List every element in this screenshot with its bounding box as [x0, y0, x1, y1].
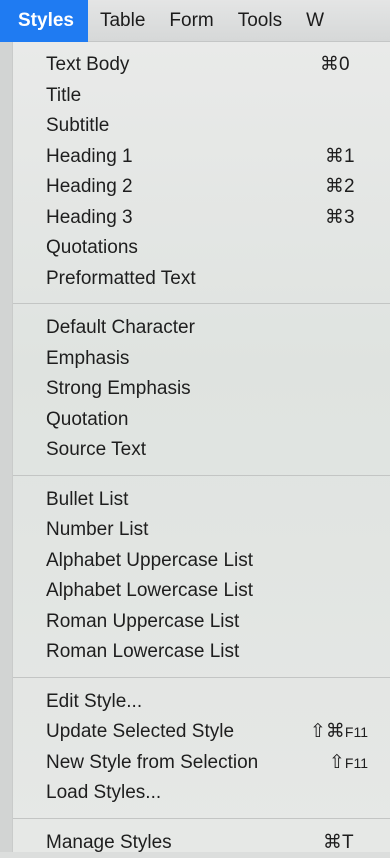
shortcut-new-style-from-selection: ⇧F11: [329, 748, 368, 779]
menu-item-heading-3[interactable]: Heading 3 ⌘3: [13, 203, 390, 234]
menu-item-quotation[interactable]: Quotation: [13, 405, 390, 436]
menu-item-manage-styles[interactable]: Manage Styles ⌘T: [13, 828, 390, 858]
background-window-edge: [0, 42, 12, 852]
shortcut-key: F11: [345, 755, 368, 771]
shortcut-update-selected-style: ⇧⌘F11: [310, 717, 368, 748]
menu-item-label: Preformatted Text: [46, 268, 196, 289]
menu-item-label: Update Selected Style: [46, 721, 234, 742]
menubar-window[interactable]: W: [294, 0, 336, 42]
menu-item-label: Manage Styles: [46, 832, 172, 853]
menu-item-label: Strong Emphasis: [46, 378, 191, 399]
menu-item-heading-1[interactable]: Heading 1 ⌘1: [13, 142, 390, 173]
menu-item-number-list[interactable]: Number List: [13, 515, 390, 546]
menu-item-label: Heading 1: [46, 146, 133, 167]
menu-item-source-text[interactable]: Source Text: [13, 435, 390, 466]
menu-item-preformatted-text[interactable]: Preformatted Text: [13, 264, 390, 295]
shortcut-modifiers: ⇧: [329, 752, 345, 773]
menubar-table[interactable]: Table: [88, 0, 157, 42]
menu-item-label: New Style from Selection: [46, 752, 258, 773]
menu-item-quotations[interactable]: Quotations: [13, 233, 390, 264]
menu-item-label: Quotations: [46, 237, 138, 258]
menu-item-label: Edit Style...: [46, 691, 142, 712]
menu-item-label: Alphabet Lowercase List: [46, 580, 253, 601]
menu-item-label: Heading 2: [46, 176, 133, 197]
menu-item-text-body[interactable]: Text Body ⌘0: [13, 50, 390, 81]
menu-item-update-selected-style[interactable]: Update Selected Style ⇧⌘F11: [13, 717, 390, 748]
menu-item-roman-lowercase-list[interactable]: Roman Lowercase List: [13, 637, 390, 668]
shortcut-heading-3: ⌘3: [325, 203, 355, 234]
list-styles-group: Bullet List Number List Alphabet Upperca…: [13, 485, 390, 668]
menu-item-label: Number List: [46, 519, 148, 540]
shortcut-heading-2: ⌘2: [325, 172, 355, 203]
menu-item-roman-uppercase-list[interactable]: Roman Uppercase List: [13, 607, 390, 638]
menu-item-label: Load Styles...: [46, 782, 161, 803]
menu-item-label: Subtitle: [46, 115, 109, 136]
menu-item-subtitle[interactable]: Subtitle: [13, 111, 390, 142]
menubar-tools[interactable]: Tools: [226, 0, 294, 42]
menu-item-label: Bullet List: [46, 489, 128, 510]
paragraph-styles-group: Text Body ⌘0 Title Subtitle Heading 1 ⌘1…: [13, 50, 390, 294]
menu-item-label: Quotation: [46, 409, 128, 430]
manage-group: Manage Styles ⌘T: [13, 828, 390, 858]
menu-item-strong-emphasis[interactable]: Strong Emphasis: [13, 374, 390, 405]
menu-item-emphasis[interactable]: Emphasis: [13, 344, 390, 375]
menu-item-alphabet-uppercase-list[interactable]: Alphabet Uppercase List: [13, 546, 390, 577]
menu-item-new-style-from-selection[interactable]: New Style from Selection ⇧F11: [13, 748, 390, 779]
menubar-styles[interactable]: Styles: [0, 0, 88, 42]
menu-item-label: Title: [46, 85, 81, 106]
menu-item-default-character[interactable]: Default Character: [13, 313, 390, 344]
menu-item-load-styles[interactable]: Load Styles...: [13, 778, 390, 809]
menu-item-alphabet-lowercase-list[interactable]: Alphabet Lowercase List: [13, 576, 390, 607]
menu-item-heading-2[interactable]: Heading 2 ⌘2: [13, 172, 390, 203]
menu-item-label: Source Text: [46, 439, 146, 460]
style-actions-group: Edit Style... Update Selected Style ⇧⌘F1…: [13, 687, 390, 809]
shortcut-manage-styles: ⌘T: [323, 828, 354, 858]
styles-dropdown-menu: Text Body ⌘0 Title Subtitle Heading 1 ⌘1…: [12, 42, 390, 852]
menu-separator: [13, 475, 390, 476]
menu-item-title[interactable]: Title: [13, 81, 390, 112]
shortcut-key: F11: [345, 724, 368, 740]
menu-item-label: Emphasis: [46, 348, 129, 369]
menu-item-bullet-list[interactable]: Bullet List: [13, 485, 390, 516]
menu-item-label: Text Body: [46, 54, 129, 75]
menubar-form[interactable]: Form: [157, 0, 225, 42]
menu-item-label: Roman Uppercase List: [46, 611, 239, 632]
menu-item-label: Alphabet Uppercase List: [46, 550, 253, 571]
menu-separator: [13, 677, 390, 678]
shortcut-modifiers: ⇧⌘: [310, 721, 345, 742]
menu-item-label: Default Character: [46, 317, 195, 338]
menu-item-label: Roman Lowercase List: [46, 641, 239, 662]
menu-item-label: Heading 3: [46, 207, 133, 228]
shortcut-heading-1: ⌘1: [325, 142, 355, 173]
menu-separator: [13, 303, 390, 304]
character-styles-group: Default Character Emphasis Strong Emphas…: [13, 313, 390, 466]
menu-separator: [13, 818, 390, 819]
shortcut-text-body: ⌘0: [320, 50, 350, 81]
menu-bar: Styles Table Form Tools W: [0, 0, 390, 42]
menu-item-edit-style[interactable]: Edit Style...: [13, 687, 390, 718]
